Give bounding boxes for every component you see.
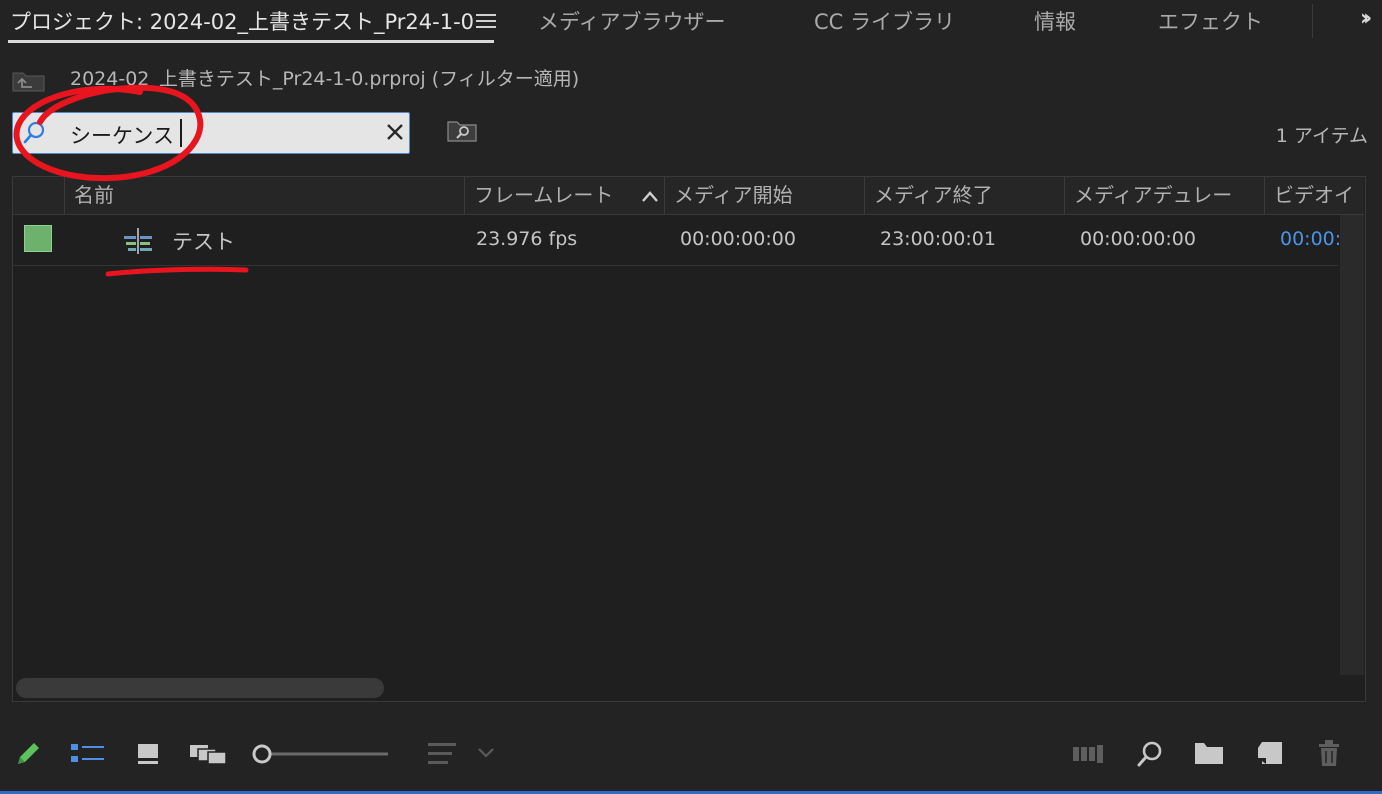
create-search-bin-icon[interactable] [446,119,478,143]
vertical-scrollbar[interactable] [1340,215,1364,675]
tab-media-browser[interactable]: メディアブラウザー [538,6,726,36]
cell-media-start: 00:00:00:00 [680,228,796,250]
automate-to-sequence-icon[interactable] [1072,742,1106,766]
tab-separator [1312,4,1313,38]
trash-icon[interactable] [1316,738,1342,768]
more-tabs-icon[interactable]: ›› [1360,6,1372,31]
new-item-icon[interactable] [1256,740,1284,766]
label-color-swatch[interactable] [24,225,52,252]
item-count: 1 アイテム [1275,125,1368,147]
horizontal-scrollbar[interactable] [16,678,384,698]
column-header-media-duration[interactable]: メディアデュレー [1064,177,1264,214]
freeform-view-icon[interactable] [188,742,228,766]
panel-menu-icon[interactable] [476,11,496,31]
panel-tab-bar: プロジェクト: 2024-02_上書きテスト_Pr24-1-0 メディアブラウザ… [0,0,1382,46]
new-bin-icon[interactable] [1194,741,1224,765]
red-circle-annotation [13,84,204,182]
item-name[interactable]: テスト [172,226,235,256]
cell-video-in[interactable]: 00:00:0 [1280,228,1340,250]
column-header-media-end[interactable]: メディア終了 [864,177,1064,214]
chevron-down-icon[interactable] [476,744,496,760]
tab-effects[interactable]: エフェクト [1158,6,1263,36]
tab-info[interactable]: 情報 [1034,6,1076,36]
list-view-icon[interactable] [70,742,106,766]
cell-media-duration: 00:00:00:00 [1080,228,1196,250]
pencil-icon[interactable] [14,740,42,768]
icon-view-icon[interactable] [136,742,160,766]
cell-media-end: 23:00:00:01 [880,228,996,250]
sort-icons-icon[interactable] [426,740,458,768]
tab-project[interactable]: プロジェクト: 2024-02_上書きテスト_Pr24-1-0 [10,6,474,36]
zoom-slider[interactable] [250,742,390,766]
find-icon[interactable] [1136,740,1164,768]
column-header-media-start[interactable]: メディア開始 [664,177,864,214]
sort-ascending-icon[interactable] [640,189,660,203]
red-underline-annotation [105,266,249,277]
clear-search-icon[interactable] [384,121,406,143]
cell-frame-rate: 23.976 fps [476,228,578,250]
sequence-icon [124,228,152,254]
active-tab-indicator [8,40,494,43]
tab-cc-libraries[interactable]: CC ライブラリ [814,6,955,36]
column-header-video-in[interactable]: ビデオイ [1264,177,1364,214]
column-header-frame-rate[interactable]: フレームレート [464,177,664,214]
